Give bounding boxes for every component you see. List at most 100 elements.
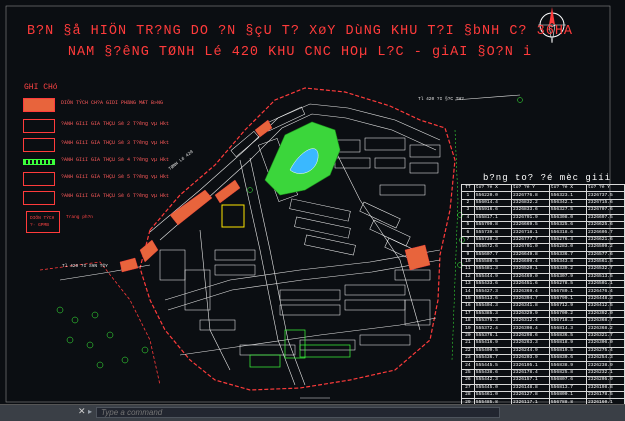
coord-table-cell: 2326561.5 [586, 257, 625, 267]
table-row: 26 555442.3 2326157.1 556807.6 2326205.9 [461, 376, 625, 385]
coord-table-cell: 2326649.8 [510, 250, 550, 259]
coord-table-cell: 5 [461, 220, 475, 230]
coord-table-cell: 556830.6 [548, 353, 588, 363]
road-label-south: Tl 420 ?I S¥N T©Y [62, 264, 108, 269]
table-row: 16 555404.3 2326341.8 556712.9 2326412.5 [461, 302, 625, 311]
legend-item: ?ANH GIíI GIA THÇU Sè 3 T?êng vµ Hkt [23, 138, 213, 152]
coord-table-cell: 555607.7 [473, 250, 512, 259]
coord-table-cell: 2326127.8 [510, 390, 550, 400]
coord-table-cell: 555580.5 [473, 257, 512, 267]
table-row: 1 556220.0 2326776.8 556323.1 2326737.5 [461, 191, 625, 200]
coord-table-cell: 2326791.9 [510, 213, 550, 222]
coord-table-cell: 555461.0 [473, 390, 512, 400]
coord-table-cell: 555436.7 [473, 353, 512, 363]
coord-table-cell: 556700.2 [548, 309, 588, 319]
table-row: 15 555413.6 2326394.7 556799.1 2326448.3 [461, 294, 625, 304]
coord-table-cell: 555375.3 [473, 317, 512, 326]
coord-table-cell: 555444.9 [473, 272, 512, 282]
table-row: 21 555416.9 2326263.3 556818.9 2326306.0 [461, 339, 625, 348]
legend-swatch [23, 191, 55, 205]
coord-table-cell: 2326368.2 [586, 324, 625, 333]
legend-item: DIÖN TÝCH CH?A GIDI PHãNG MÆT B»NG [23, 98, 213, 112]
table-row: 3 555916.6 2326833.6 556327.5 2326707.6 [461, 206, 625, 215]
coord-table-header-cell: TT [461, 183, 475, 193]
coord-table-cell: 18 [461, 317, 475, 326]
coord-table-cell: 6 [461, 228, 475, 237]
coord-table-cell: 556819.5 [548, 346, 588, 356]
coord-table-cell: 12 [461, 272, 475, 282]
table-row: 14 555427.3 2326369.4 556780.1 2326476.4 [461, 287, 625, 296]
coord-table-cell: 2326605.7 [586, 228, 625, 237]
coord-table-cell: 2326609.4 [510, 257, 550, 267]
coord-table-cell: 2326737.5 [586, 191, 625, 200]
legend-label: ?ANH GIíI GIA THÇU Sè 3 T?êng vµ Hkt [61, 140, 170, 146]
coord-table-cell: 555817.1 [473, 213, 512, 222]
coord-table-cell: 27 [461, 383, 475, 392]
coord-table-cell: 23 [461, 353, 475, 363]
coord-table-cell: 2326195.1 [510, 361, 550, 370]
coord-table-cell: 22 [461, 346, 475, 356]
coord-table-cell: 2326341.8 [510, 302, 550, 311]
coord-table-cell: 556308.0 [548, 213, 588, 222]
coord-table-cell: 556814.3 [548, 324, 588, 333]
close-icon[interactable]: ✕ [78, 408, 87, 417]
coord-table-cell: 28 [461, 390, 475, 400]
command-input[interactable] [96, 407, 500, 418]
coord-table-header-cell: to? ?é Y [586, 183, 625, 193]
coord-table: TT to? ?é Xto? ?é Yto? ?é Xto? ?é Y 1 5562… [461, 183, 625, 407]
table-row: 17 555385.3 2326329.9 556700.2 2326392.0 [461, 309, 625, 319]
coord-table-cell: 556718.3 [548, 317, 588, 326]
coord-table-cell: 2326469.0 [510, 272, 550, 282]
coord-table-cell: 2326198.8 [586, 383, 625, 392]
coord-table-cell: 556813.7 [548, 383, 588, 392]
coord-table-header-cell: to? ?é X [548, 183, 588, 193]
table-row: 11 555481.3 2326520.1 556339.2 2326532.7 [461, 265, 625, 274]
coord-table-cell: 2326715.6 [586, 198, 625, 208]
coord-table-header-cell: to? ?é X [473, 183, 512, 193]
coord-table-cell: 16 [461, 302, 475, 311]
coord-table-cell: 556825.8 [548, 368, 588, 378]
coord-table-cell: 24 [461, 361, 475, 370]
map-title-line2: NAM §?êNG TØNH Lé 420 KHU CNC HOµ L?C - … [67, 45, 533, 60]
coord-table-cell: 555739.3 [473, 235, 512, 245]
legend-swatch [23, 138, 55, 152]
coord-table-cell: 4 [461, 213, 475, 222]
coord-table-cell: 2326697.5 [586, 213, 625, 222]
coord-table-cell: 556276.4 [548, 235, 588, 245]
coord-table-cell: 26 [461, 376, 475, 385]
command-prompt-icon: ▸ [88, 408, 93, 417]
coord-table-cell: 556780.1 [548, 287, 588, 296]
coord-table-cell: 555445.0 [473, 383, 512, 392]
coord-table-cell: 2326520.1 [510, 265, 550, 274]
coord-table-cell: 21 [461, 339, 475, 348]
coord-table-cell: 2326776.8 [510, 191, 550, 200]
coord-table-cell: 2 [461, 198, 475, 208]
legend-item: ?ANH GIíI GIA THÇU Sè 2 T?êng vµ Hkt [23, 119, 213, 133]
table-row: 9 555607.7 2326649.8 556336.7 2326577.6 [461, 250, 625, 259]
coord-table-cell: 2326148.8 [510, 383, 550, 392]
coord-table-cell: 2326368.7 [586, 317, 625, 326]
legend-swatch [23, 119, 55, 133]
coord-table-cell: 555404.3 [473, 302, 512, 311]
table-row: 13 555433.6 2326451.6 556278.5 2326501.1 [461, 280, 625, 289]
coord-table-cell: 555438.6 [473, 368, 512, 378]
coord-table-cell: 10 [461, 257, 475, 267]
legend-item: ?ANH GIíI GIA THÇU Sè 5 T?êng vµ Hkt [23, 172, 213, 186]
coord-table-cell: 2326451.6 [510, 280, 550, 289]
coord-table-cell: 556336.7 [548, 250, 588, 259]
legend-item: ?ANH GIíI GIA THÇU Sè 6 T?êng vµ Hkt [23, 191, 213, 205]
coord-table-cell: 556342.1 [548, 198, 588, 208]
table-row: 5 555799.8 2326669.5 556325.6 2326625.6 [461, 220, 625, 230]
legend-label: ?ANH GIíI GIA THÇU Sè 2 T?êng vµ Hkt [61, 121, 170, 127]
coord-table-header: TT to? ?é Xto? ?é Yto? ?é Xto? ?é Y [461, 183, 625, 193]
coord-table-cell: 2326254.3 [586, 353, 625, 363]
coord-table-cell: 555916.6 [473, 206, 512, 215]
cleared-area-side-text: Trang ph?n [66, 215, 94, 220]
coord-table-cell: 2326308.4 [510, 324, 550, 333]
table-row: 7 555739.3 2326777.7 556276.4 2326621.6 [461, 235, 625, 245]
legend-swatch [23, 98, 55, 112]
coord-table-cell: 556325.6 [548, 220, 588, 230]
coord-table-cell: 556318.6 [548, 228, 588, 237]
table-row: 22 555409.5 2326244.9 556819.5 2326275.4 [461, 346, 625, 356]
coord-table-cell: 556836.5 [548, 331, 588, 341]
